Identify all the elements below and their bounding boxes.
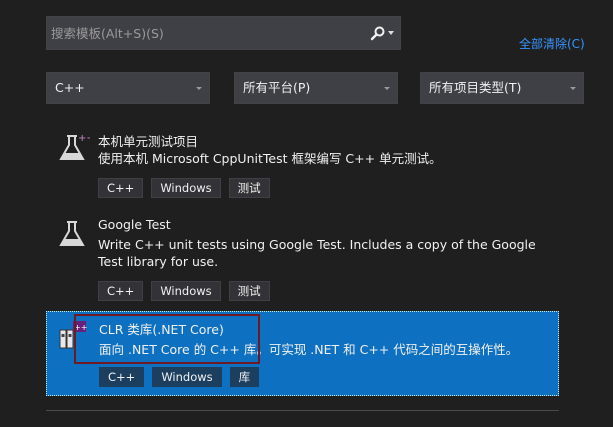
search-icon — [370, 26, 385, 41]
template-description: Write C++ unit tests using Google Test. … — [98, 237, 536, 269]
platform-filter-value: 所有平台(P) — [243, 80, 311, 95]
search-input[interactable] — [47, 17, 367, 49]
tag-language: C++ — [98, 281, 144, 301]
tag-platform: Windows — [151, 178, 221, 198]
flask-icon — [59, 221, 85, 246]
project-type-filter-dropdown[interactable]: 所有项目类型(T) — [420, 72, 584, 104]
tag-platform: Windows — [152, 367, 222, 387]
tag-type: 库 — [229, 367, 260, 387]
annotation-highlight-box — [74, 314, 260, 364]
list-divider — [46, 410, 559, 411]
chevron-down-icon — [388, 31, 394, 35]
tag-type: 测试 — [228, 178, 270, 198]
template-description: 使用本机 Microsoft CppUnitTest 框架编写 C++ 单元测试… — [98, 151, 442, 166]
template-title: 本机单元测试项目 — [98, 134, 199, 149]
flask-icon: ++ — [59, 133, 90, 160]
svg-text:++: ++ — [78, 133, 90, 144]
search-button[interactable] — [370, 24, 394, 42]
tag-platform: Windows — [151, 281, 221, 301]
platform-filter-dropdown[interactable]: 所有平台(P) — [234, 72, 398, 104]
template-item-google-test[interactable]: Google Test Write C++ unit tests using G… — [46, 212, 559, 307]
clear-all-link[interactable]: 全部清除(C) — [519, 35, 585, 52]
tag-language: C++ — [98, 178, 144, 198]
tag-language: C++ — [99, 367, 145, 387]
chevron-down-icon — [196, 87, 202, 90]
template-item-native-unit-test[interactable]: ++ 本机单元测试项目 使用本机 Microsoft CppUnitTest 框… — [46, 126, 559, 206]
template-title: Google Test — [98, 217, 171, 232]
template-search-box[interactable] — [46, 16, 401, 50]
project-type-filter-value: 所有项目类型(T) — [429, 80, 522, 95]
language-filter-value: C++ — [55, 80, 85, 95]
chevron-down-icon — [384, 87, 390, 90]
language-filter-dropdown[interactable]: C++ — [46, 72, 210, 104]
tag-type: 测试 — [228, 281, 270, 301]
chevron-down-icon — [570, 87, 576, 90]
